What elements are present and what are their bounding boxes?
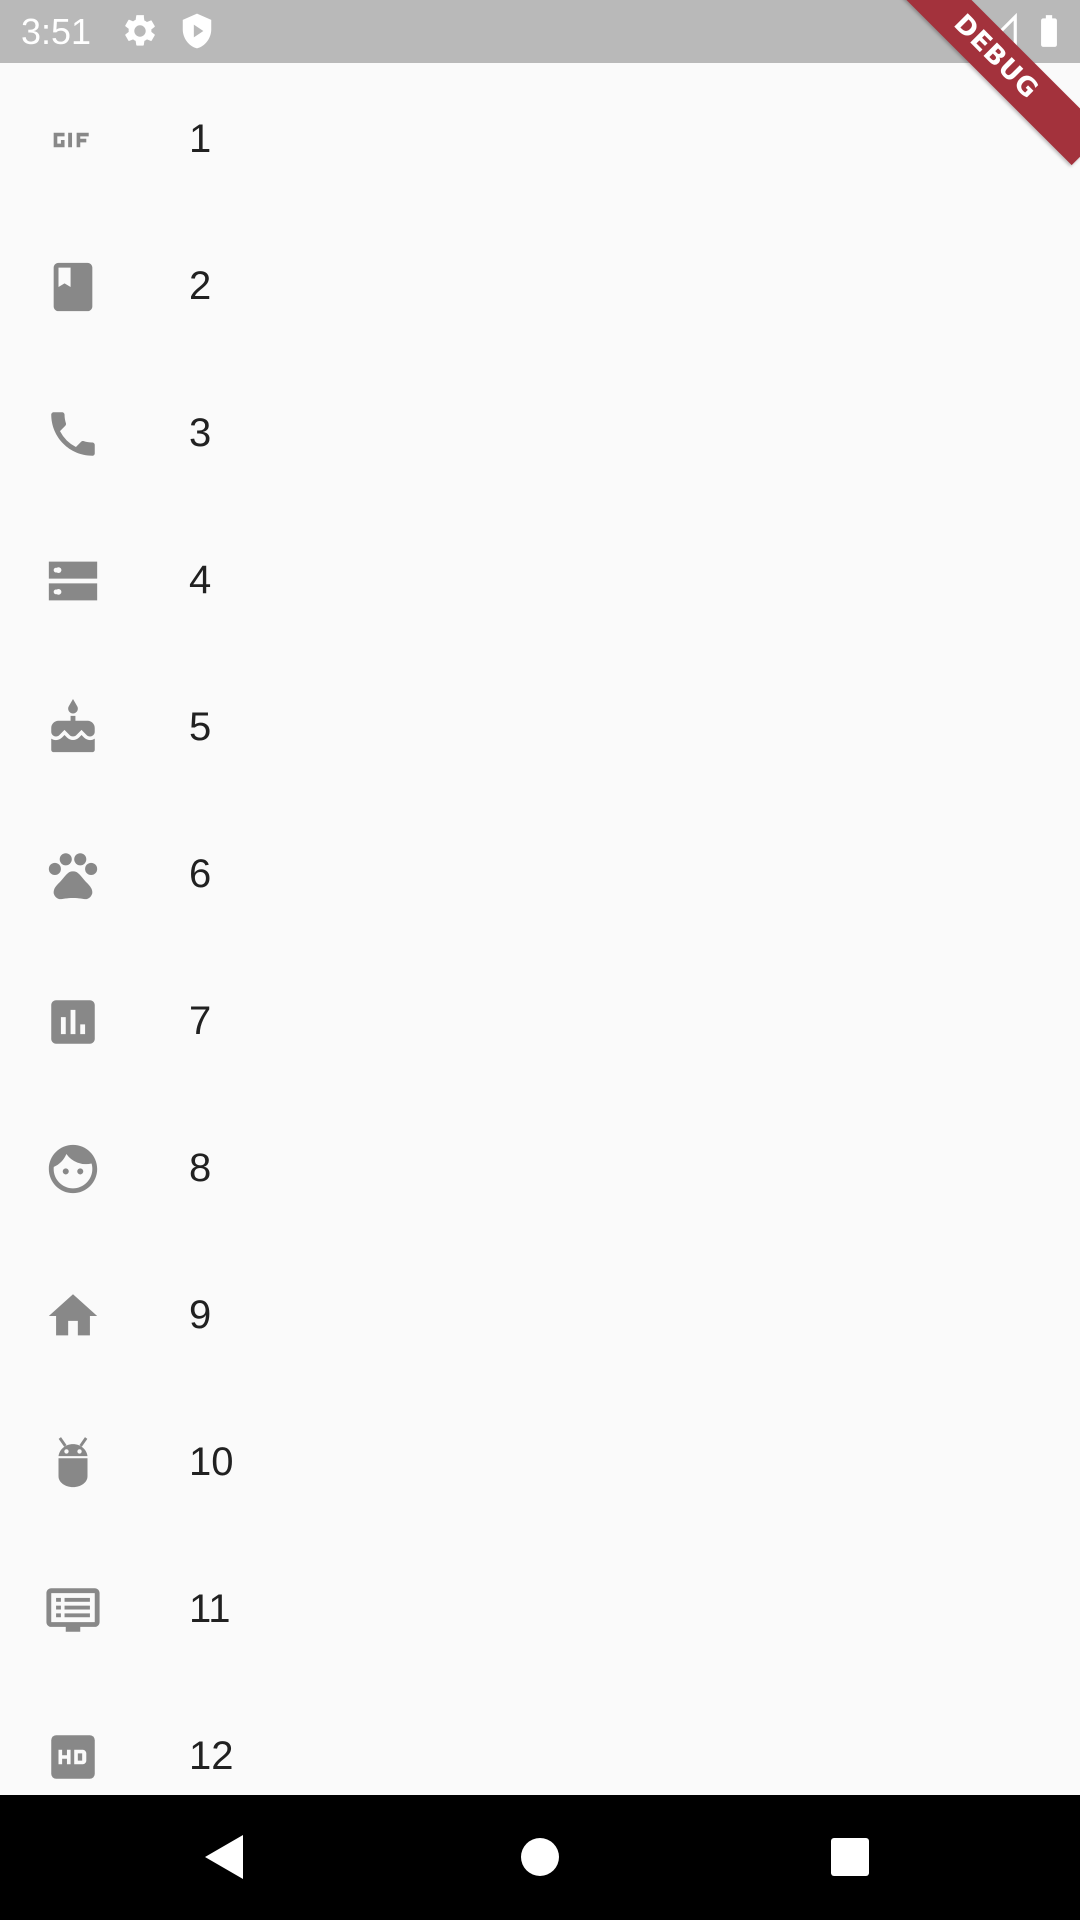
play-protect-icon — [178, 12, 216, 50]
list-item-label: 10 — [189, 1440, 234, 1484]
list-item-label: 11 — [189, 1587, 231, 1631]
list-item[interactable]: 4 — [0, 504, 1080, 651]
gif-icon — [44, 111, 102, 169]
list-item[interactable]: 11 — [0, 1533, 1080, 1680]
list-item-label: 8 — [189, 1146, 212, 1190]
list-item[interactable]: 6 — [0, 798, 1080, 945]
list-item[interactable]: 7 — [0, 945, 1080, 1092]
subtitles-icon — [44, 1581, 102, 1639]
book-icon — [44, 258, 102, 316]
status-time: 3:51 — [21, 11, 92, 52]
list-item-label: 7 — [189, 999, 212, 1043]
list-item[interactable]: 8 — [0, 1092, 1080, 1239]
list-item-label: 2 — [189, 264, 212, 308]
android-icon — [44, 1434, 102, 1492]
list-item-label: 3 — [189, 411, 212, 455]
phone-icon — [44, 405, 102, 463]
list-item[interactable]: 3 — [0, 357, 1080, 504]
home-circle-icon — [521, 1838, 559, 1876]
face-icon — [44, 1140, 102, 1198]
pets-icon — [44, 846, 102, 904]
recents-icon — [831, 1838, 869, 1876]
list-item[interactable]: 1 — [0, 63, 1080, 210]
back-icon — [205, 1835, 243, 1879]
recents-button[interactable] — [818, 1825, 882, 1889]
list-item[interactable]: 9 — [0, 1239, 1080, 1386]
back-button[interactable] — [193, 1825, 257, 1889]
list-item[interactable]: 2 — [0, 210, 1080, 357]
navigation-bar — [0, 1795, 1080, 1920]
storage-icon — [44, 552, 102, 610]
list-item-label: 6 — [189, 852, 212, 896]
list-item-label: 1 — [189, 117, 212, 161]
cake-icon — [44, 699, 102, 757]
home-icon — [44, 1287, 102, 1345]
list-item-label: 12 — [189, 1734, 234, 1778]
hd-icon — [44, 1728, 102, 1786]
list-item-label: 9 — [189, 1293, 212, 1337]
battery-icon — [1030, 12, 1068, 50]
list-item-label: 5 — [189, 705, 212, 749]
settings-icon — [121, 12, 159, 50]
icon-list: 1 2 3 4 5 6 7 8 9 10 11 12 — [0, 63, 1080, 1795]
home-button[interactable] — [508, 1825, 572, 1889]
bar-chart-icon — [44, 993, 102, 1051]
list-item[interactable]: 10 — [0, 1386, 1080, 1533]
list-item[interactable]: 5 — [0, 651, 1080, 798]
list-item-label: 4 — [189, 558, 212, 602]
list-item[interactable]: 12 — [0, 1680, 1080, 1795]
